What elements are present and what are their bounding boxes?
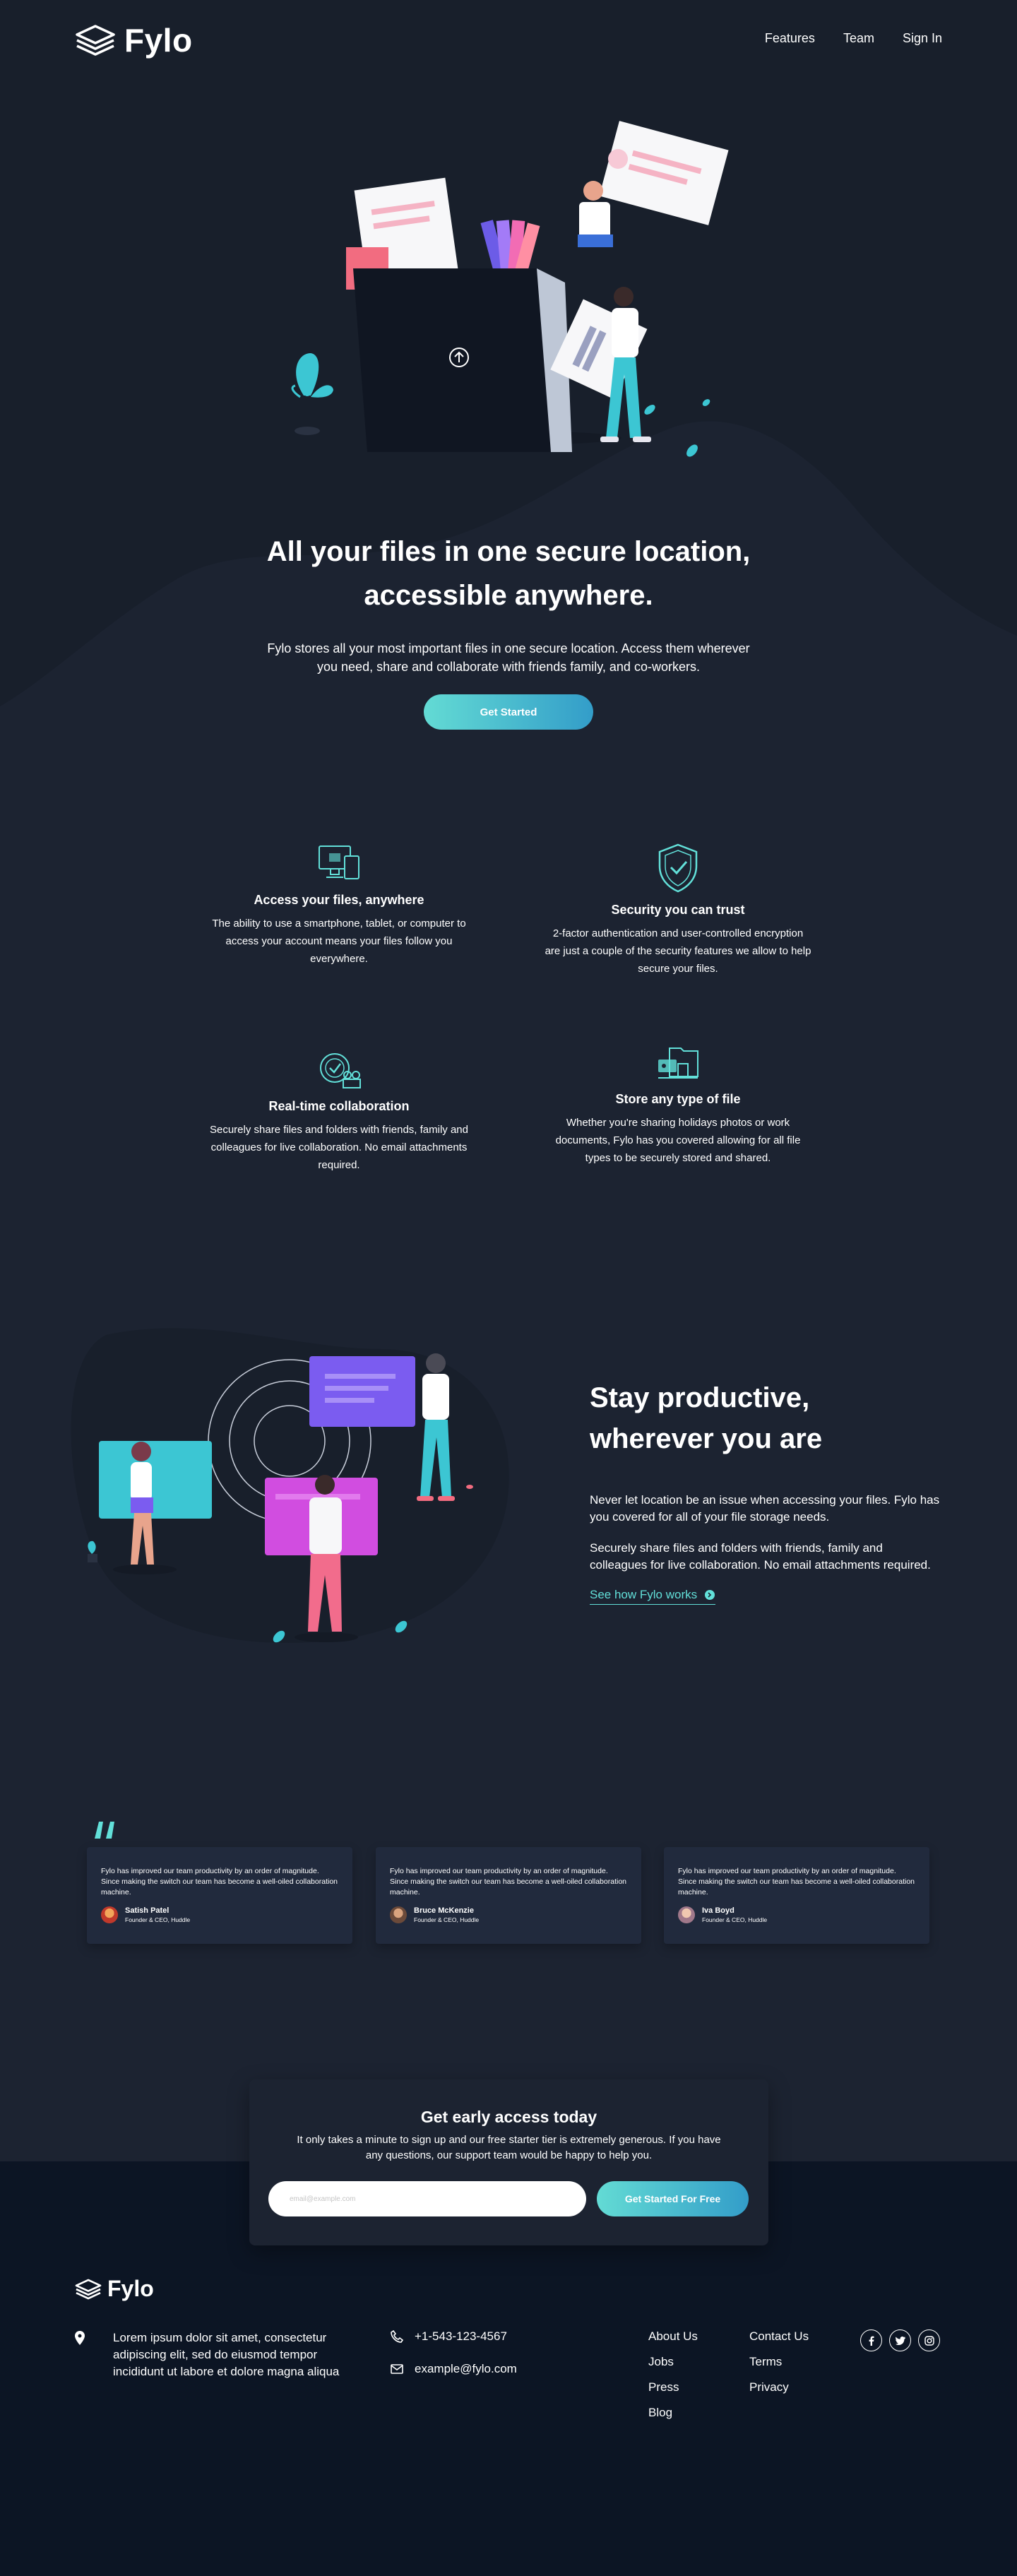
nav-team-link[interactable]: Team xyxy=(843,31,874,46)
testimonial-text: Fylo has improved our team productivity … xyxy=(101,1867,338,1897)
hero-illustration xyxy=(291,121,729,457)
see-how-link-label: See how Fylo works xyxy=(590,1588,698,1601)
footer-link-contact-us[interactable]: Contact Us xyxy=(749,2329,809,2344)
feature-title: Security you can trust xyxy=(611,903,745,917)
feature-access-anywhere: Access your files, anywhere The ability … xyxy=(205,842,473,968)
early-access-card: Get early access today It only takes a m… xyxy=(249,2079,768,2245)
testimonial-author: Bruce McKenzie Founder & CEO, Huddle xyxy=(390,1906,627,1923)
nav-sign-in-link[interactable]: Sign In xyxy=(903,31,942,46)
see-how-fylo-works-link[interactable]: See how Fylo works xyxy=(590,1588,716,1605)
productive-title-line-2: wherever you are xyxy=(590,1423,823,1454)
feature-text: The ability to use a smartphone, tablet,… xyxy=(212,918,466,965)
testimonial-text: Fylo has improved our team productivity … xyxy=(390,1867,627,1897)
instagram-icon[interactable] xyxy=(918,2329,940,2351)
footer-phone-text[interactable]: +1-543-123-4567 xyxy=(415,2329,507,2344)
feature-file-types: Store any type of file Whether you're sh… xyxy=(544,1045,812,1167)
arrow-circle-icon xyxy=(705,1590,715,1600)
footer-logo[interactable]: Fylo xyxy=(75,2276,154,2302)
testimonial-card: Fylo has improved our team productivity … xyxy=(87,1847,352,1944)
productive-title-line-1: Stay productive, xyxy=(590,1382,810,1413)
hero-title-line-1: All your files in one secure location, xyxy=(266,536,751,567)
phone-icon xyxy=(391,2330,403,2343)
feature-title: Real-time collaboration xyxy=(268,1099,410,1113)
email-input[interactable] xyxy=(268,2181,586,2216)
author-role: Founder & CEO, Huddle xyxy=(125,1916,191,1923)
author-role: Founder & CEO, Huddle xyxy=(414,1916,480,1923)
footer-email: example@fylo.com xyxy=(391,2362,517,2376)
page: Fylo Features Team Sign In All your file… xyxy=(0,0,1017,2576)
author-name: Satish Patel xyxy=(125,1906,170,1915)
email-icon xyxy=(391,2364,403,2374)
nav-features-link[interactable]: Features xyxy=(765,31,815,46)
testimonial-text: Fylo has improved our team productivity … xyxy=(678,1867,915,1897)
quote-icon xyxy=(95,1822,114,1839)
hero-title-line-2: accessible anywhere. xyxy=(364,580,653,611)
footer-email-text[interactable]: example@fylo.com xyxy=(415,2362,517,2376)
feature-title: Store any type of file xyxy=(615,1092,741,1106)
avatar xyxy=(101,1906,118,1923)
facebook-icon[interactable] xyxy=(860,2329,882,2351)
avatar xyxy=(678,1906,695,1923)
feature-collaboration: Real-time collaboration Securely share f… xyxy=(205,1050,473,1174)
testimonial-card: Fylo has improved our team productivity … xyxy=(664,1847,929,1944)
footer-link-about-us[interactable]: About Us xyxy=(648,2329,698,2344)
early-access-title: Get early access today xyxy=(420,2108,597,2126)
author-name: Iva Boyd xyxy=(702,1906,734,1915)
main-nav: Features Team Sign In xyxy=(765,31,942,46)
footer-logo-text: Fylo xyxy=(107,2276,154,2301)
productive-title: Stay productive, wherever you are xyxy=(590,1377,915,1459)
footer-phone: +1-543-123-4567 xyxy=(391,2329,507,2344)
footer-links-col-1: About Us Jobs Press Blog xyxy=(648,2329,698,2420)
get-started-button[interactable]: Get Started xyxy=(424,694,593,730)
logo-text: Fylo xyxy=(124,22,193,59)
footer-link-press[interactable]: Press xyxy=(648,2380,698,2394)
testimonial-author: Iva Boyd Founder & CEO, Huddle xyxy=(678,1906,915,1923)
hero-description: Fylo stores all your most important file… xyxy=(267,641,750,674)
twitter-icon[interactable] xyxy=(889,2329,911,2351)
shield-check-icon xyxy=(658,843,698,893)
footer-address-text: Lorem ipsum dolor sit amet, consectetur … xyxy=(113,2331,340,2378)
footer-link-blog[interactable]: Blog xyxy=(648,2406,698,2420)
devices-icon xyxy=(319,845,359,879)
feature-text: Whether you're sharing holidays photos o… xyxy=(555,1117,801,1164)
logo-stack-icon xyxy=(76,25,115,56)
author-name: Bruce McKenzie xyxy=(414,1906,474,1915)
testimonial-author: Satish Patel Founder & CEO, Huddle xyxy=(101,1906,338,1923)
hero-title: All your files in one secure location, a… xyxy=(226,530,791,617)
footer-links-col-2: Contact Us Terms Privacy xyxy=(749,2329,809,2394)
site-header: Fylo Features Team Sign In xyxy=(0,0,1017,78)
footer-link-privacy[interactable]: Privacy xyxy=(749,2380,809,2394)
testimonial-card: Fylo has improved our team productivity … xyxy=(376,1847,641,1944)
feature-text: Securely share files and folders with fr… xyxy=(209,1124,468,1171)
feature-title: Access your files, anywhere xyxy=(254,893,424,907)
logo-stack-icon xyxy=(75,2279,102,2299)
feature-text: 2-factor authentication and user-control… xyxy=(545,927,811,975)
avatar xyxy=(390,1906,407,1923)
footer-socials xyxy=(860,2329,940,2351)
logo[interactable]: Fylo xyxy=(75,21,193,59)
feature-security: Security you can trust 2-factor authenti… xyxy=(544,842,812,978)
file-types-icon xyxy=(658,1047,698,1079)
get-started-free-button[interactable]: Get Started For Free xyxy=(597,2181,749,2216)
footer-link-terms[interactable]: Terms xyxy=(749,2355,809,2369)
collaboration-icon xyxy=(320,1053,361,1088)
author-role: Founder & CEO, Huddle xyxy=(702,1916,768,1923)
early-access-description: It only takes a minute to sign up and ou… xyxy=(297,2134,721,2161)
productive-paragraph-1: Never let location be an issue when acce… xyxy=(590,1493,940,1524)
productive-paragraph-2: Securely share files and folders with fr… xyxy=(590,1541,931,1572)
location-pin-icon xyxy=(75,2331,85,2345)
footer-address: Lorem ipsum dolor sit amet, consectetur … xyxy=(75,2329,346,2380)
productive-illustration xyxy=(71,1328,509,1643)
footer-link-jobs[interactable]: Jobs xyxy=(648,2355,698,2369)
